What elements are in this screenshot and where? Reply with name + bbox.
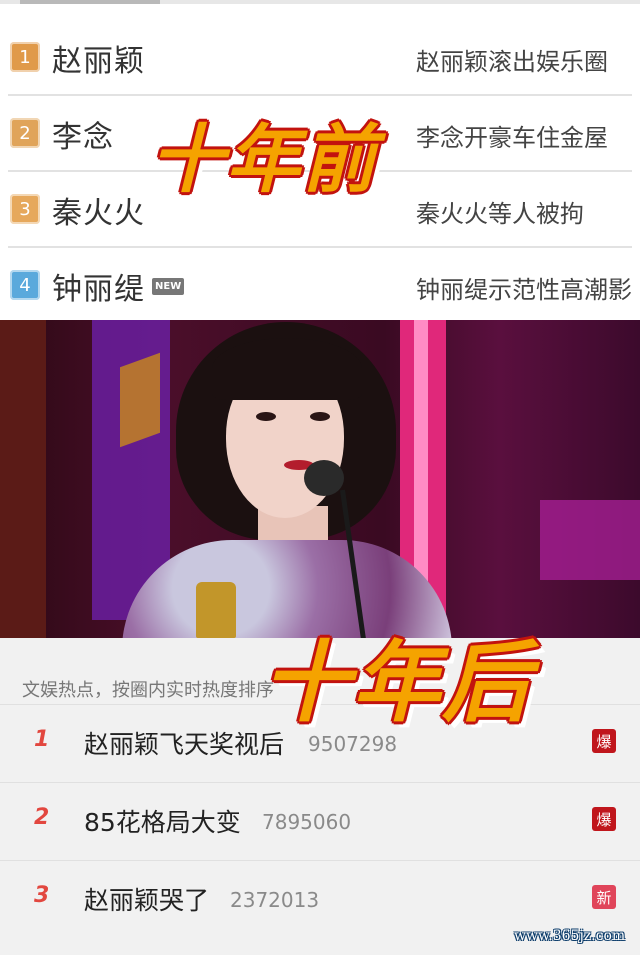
ranking-topic[interactable]: 秦火火等人被拘 <box>416 194 632 229</box>
rank-number-icon: 3 <box>10 194 40 224</box>
hot-title[interactable]: 赵丽颖飞天奖视后 <box>84 725 284 761</box>
hot-rank: 3 <box>34 883 50 908</box>
hot-list-header: 文娱热点，按圈内实时热度排序 <box>22 680 274 701</box>
microphone-icon <box>304 460 344 496</box>
heat-count: 7895060 <box>262 810 352 834</box>
new-badge: 新 <box>592 885 616 909</box>
heat-count: 2372013 <box>230 888 320 912</box>
hot-row-3[interactable]: 3 赵丽颖哭了 2372013 新 <box>0 860 640 938</box>
ranking-name: 李念 <box>52 120 114 155</box>
explosive-badge: 爆 <box>592 729 616 753</box>
person-eye <box>310 412 330 421</box>
ranking-name: 钟丽缇 <box>52 272 145 307</box>
ranking-name: 赵丽颖 <box>52 44 145 79</box>
hot-rank: 2 <box>34 805 50 830</box>
award-speech-photo <box>0 320 640 638</box>
rank-number-icon: 2 <box>10 118 40 148</box>
ranking-row-1[interactable]: 1 赵丽颖 赵丽颖滚出娱乐圈 <box>8 20 632 96</box>
hot-title[interactable]: 85花格局大变 <box>84 803 241 839</box>
explosive-badge: 爆 <box>592 807 616 831</box>
new-badge: NEW <box>152 278 185 295</box>
trophy-icon <box>196 582 236 638</box>
rank-number-icon: 1 <box>10 42 40 72</box>
site-watermark: www.365jz.com <box>514 928 626 944</box>
hot-rank: 1 <box>34 727 50 752</box>
ranking-topic[interactable]: 钟丽缇示范性高潮影 <box>416 270 632 305</box>
stage-light-panel <box>540 500 640 580</box>
tab-indicator <box>20 0 160 4</box>
person-bangs <box>212 338 362 400</box>
person-eye <box>256 412 276 421</box>
caption-ten-years-later: 十年后 <box>262 631 533 734</box>
stage-light-panel <box>120 352 160 448</box>
hot-row-2[interactable]: 2 85花格局大变 7895060 爆 <box>0 782 640 860</box>
ranking-name: 秦火火 <box>52 196 145 231</box>
ranking-row-4[interactable]: 4 钟丽缇 NEW 钟丽缇示范性高潮影 <box>8 248 632 324</box>
ranking-topic[interactable]: 李念开豪车住金屋 <box>416 118 632 153</box>
stage-light-panel <box>0 320 46 638</box>
top-scroll-bar <box>0 0 640 4</box>
caption-ten-years-ago: 十年前 <box>150 117 378 203</box>
hot-title[interactable]: 赵丽颖哭了 <box>84 881 209 917</box>
ranking-topic[interactable]: 赵丽颖滚出娱乐圈 <box>416 42 632 77</box>
rank-number-icon: 4 <box>10 270 40 300</box>
